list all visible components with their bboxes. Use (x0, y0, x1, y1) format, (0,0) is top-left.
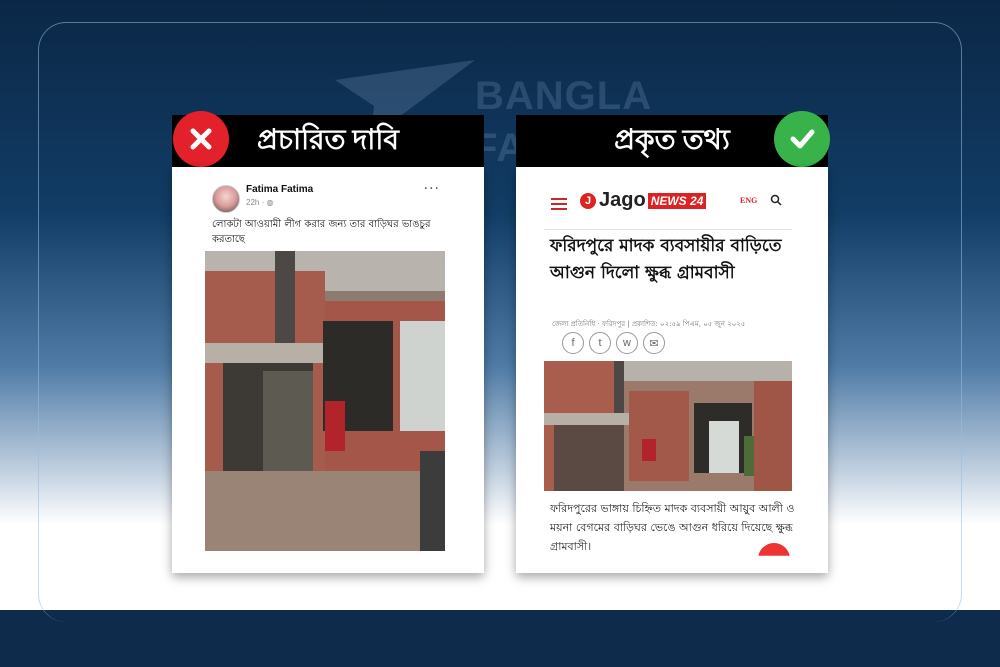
email-share-icon[interactable]: ✉ (643, 332, 665, 354)
search-icon[interactable] (770, 194, 782, 206)
claim-panel: প্রচারিত দাবি Fatima Fatima 22h · ◍ ··· … (172, 111, 484, 573)
more-options-icon[interactable]: ··· (424, 181, 440, 197)
facebook-share-icon[interactable]: f (562, 332, 584, 354)
poster-name[interactable]: Fatima Fatima (246, 184, 313, 195)
post-time: 22h · (246, 198, 267, 207)
post-meta: 22h · ◍ (246, 198, 273, 207)
post-photo[interactable] (205, 251, 445, 551)
twitter-share-icon[interactable]: t (589, 332, 611, 354)
avatar[interactable] (212, 185, 240, 213)
logo-news: NEWS 24 (647, 192, 707, 209)
hamburger-menu-icon[interactable] (551, 198, 567, 213)
floating-action-button[interactable] (758, 543, 790, 556)
fact-panel: প্রকৃত তথ্য J Jago NEWS 24 ENG ফরিদপুরে … (516, 111, 830, 573)
x-icon (173, 111, 229, 167)
globe-icon: ◍ (266, 198, 274, 207)
check-icon (774, 111, 830, 167)
article-byline: জেলা প্রতিনিধি · ফরিদপুর | প্রকাশিত: ০২:… (552, 320, 746, 328)
article-photo[interactable] (544, 361, 792, 491)
site-logo[interactable]: J Jago NEWS 24 (580, 189, 707, 212)
article-headline: ফরিদপুরে মাদক ব্যবসায়ীর বাড়িতে আগুন দি… (550, 236, 782, 283)
logo-name: Jago (599, 189, 646, 211)
divider (544, 229, 792, 230)
watermark-text-line1: BANGLA (475, 74, 653, 118)
news-article-card: J Jago NEWS 24 ENG ফরিদপুরে মাদক ব্যবসায… (516, 167, 828, 573)
language-toggle[interactable]: ENG (740, 196, 757, 205)
post-caption: লোকটা আওয়ামী লীগ করার জন্য তার বাড়িঘর … (212, 219, 431, 245)
facebook-post-card: Fatima Fatima 22h · ◍ ··· লোকটা আওয়ামী … (172, 167, 484, 573)
logo-j: J (580, 192, 596, 209)
whatsapp-share-icon[interactable]: w (616, 332, 638, 354)
